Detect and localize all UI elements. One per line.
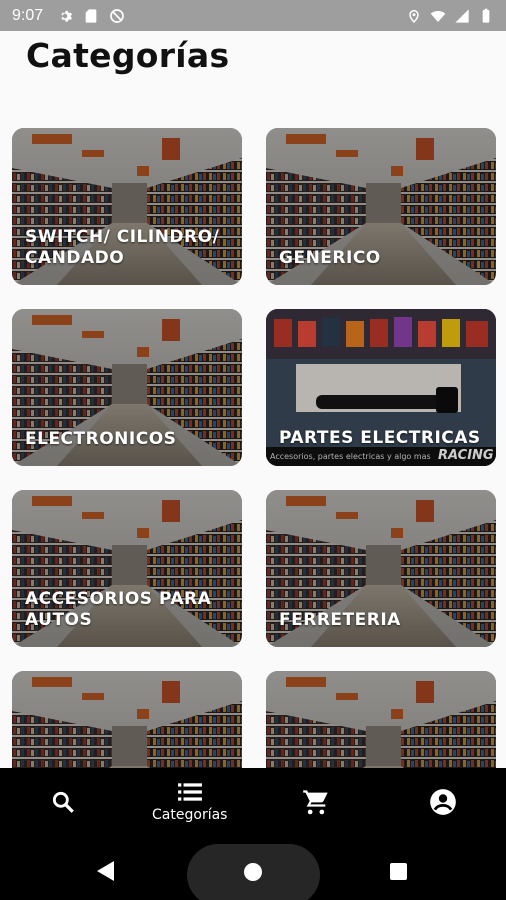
sd-card-icon xyxy=(85,8,97,23)
battery-icon xyxy=(482,8,490,23)
nav-categories-label: Categorías xyxy=(152,807,228,823)
signal-icon xyxy=(455,8,469,23)
do-not-disturb-icon xyxy=(110,8,124,23)
category-label: GENERICO xyxy=(279,248,381,268)
category-card[interactable]: FERRETERIA xyxy=(266,490,496,647)
image-overlay xyxy=(12,671,242,768)
category-card[interactable]: Accesorios, partes electricas y algo mas… xyxy=(266,309,496,466)
category-label: ACCESORIOS PARA AUTOS xyxy=(25,589,212,630)
back-icon[interactable] xyxy=(96,860,116,882)
status-bar: 9:07 xyxy=(0,0,506,31)
nav-search[interactable] xyxy=(0,768,127,836)
category-label: PARTES ELECTRICAS xyxy=(279,428,481,448)
category-label: SWITCH/ CILINDRO/ CANDADO xyxy=(25,227,220,268)
page-title: Categorías xyxy=(26,36,230,75)
category-label: ELECTRONICOS xyxy=(25,429,177,449)
category-card[interactable] xyxy=(266,671,496,768)
category-card[interactable]: GENERICO xyxy=(266,128,496,285)
nav-account[interactable] xyxy=(380,768,506,836)
nav-cart[interactable] xyxy=(253,768,380,836)
cart-icon xyxy=(303,790,328,815)
home-icon[interactable] xyxy=(244,863,262,881)
account-icon xyxy=(429,789,456,815)
wifi-icon xyxy=(430,10,446,22)
category-grid: SWITCH/ CILINDRO/ CANDADO GENERICO ELECT… xyxy=(12,128,496,768)
bottom-navigation: Categorías xyxy=(0,768,506,836)
nav-categories[interactable]: Categorías xyxy=(127,768,254,836)
image-overlay xyxy=(266,671,496,768)
status-time: 9:07 xyxy=(12,6,44,24)
category-card[interactable]: ACCESORIOS PARA AUTOS xyxy=(12,490,242,647)
recent-apps-icon[interactable] xyxy=(390,863,407,880)
list-icon xyxy=(177,783,202,801)
location-icon xyxy=(409,9,419,23)
category-label: FERRETERIA xyxy=(279,610,401,630)
gear-icon xyxy=(61,10,73,22)
category-card[interactable] xyxy=(12,671,242,768)
search-icon xyxy=(53,791,75,813)
system-navigation-bar xyxy=(0,836,506,900)
category-card[interactable]: ELECTRONICOS xyxy=(12,309,242,466)
category-card[interactable]: SWITCH/ CILINDRO/ CANDADO xyxy=(12,128,242,285)
